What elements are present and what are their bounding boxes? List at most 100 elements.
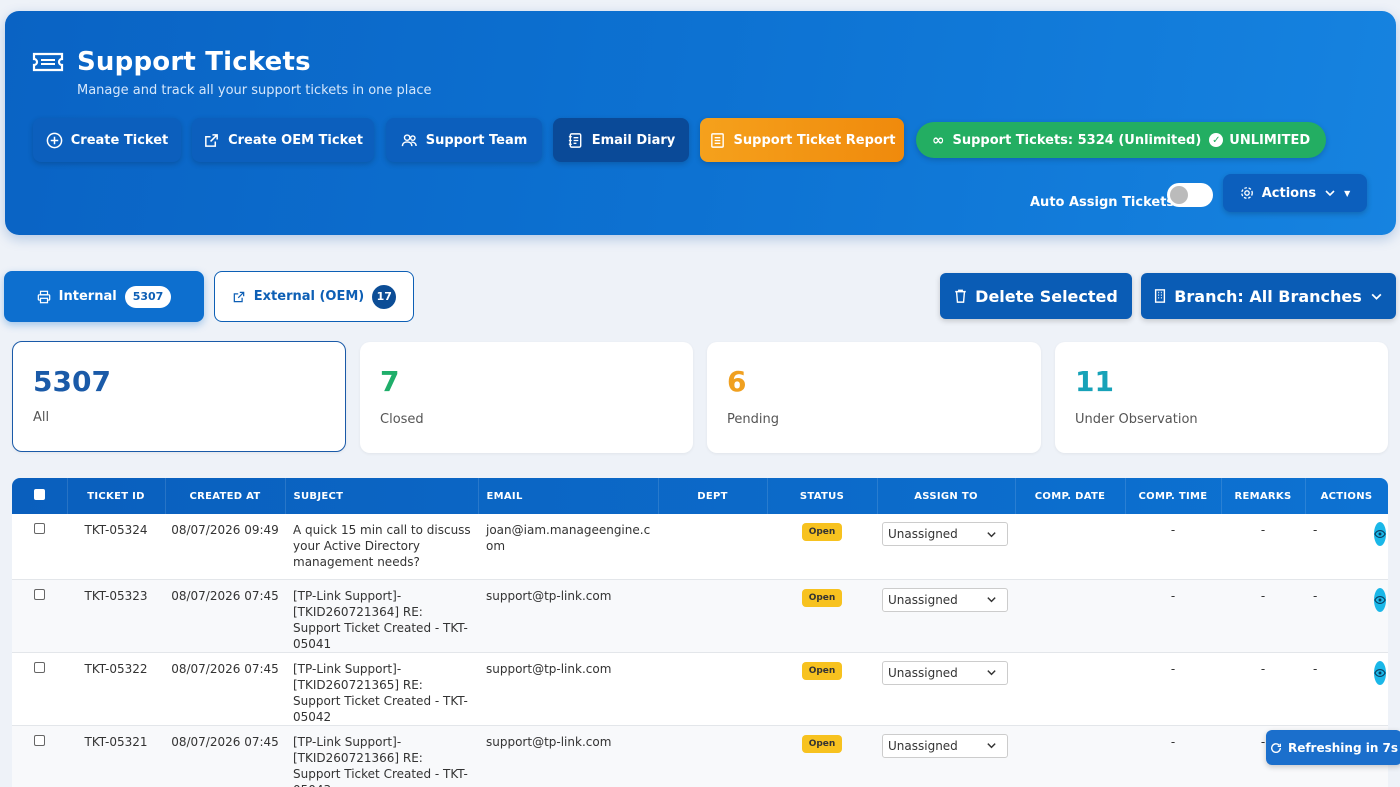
assign-select[interactable]: Unassigned xyxy=(882,522,1008,546)
delete-selected-button[interactable]: Delete Selected xyxy=(940,273,1132,319)
chevron-down-icon xyxy=(987,531,996,537)
dept xyxy=(658,579,767,652)
select-all-checkbox[interactable] xyxy=(33,489,45,500)
view-button[interactable] xyxy=(1374,660,1386,685)
row-checkbox[interactable] xyxy=(34,734,45,746)
external-link-icon xyxy=(205,133,218,147)
stat-label: Closed xyxy=(380,412,424,427)
external-link-icon xyxy=(233,291,245,302)
ticket-quota-pill: ∞ Support Tickets: 5324 (Unlimited) ✓ UN… xyxy=(916,122,1327,158)
assign-select[interactable]: Unassigned xyxy=(882,660,1008,685)
subject: A quick 15 min call to discuss your Acti… xyxy=(293,523,471,569)
col-created-at[interactable]: CREATED AT xyxy=(165,478,286,514)
tab-internal[interactable]: Internal 5307 xyxy=(4,271,204,322)
assign-value: Unassigned xyxy=(888,592,958,607)
col-remarks[interactable]: REMARKS xyxy=(1221,478,1306,514)
ticket-id[interactable]: TKT-05322 xyxy=(67,652,165,725)
eye-icon xyxy=(1374,668,1386,677)
support-team-button[interactable]: Support Team xyxy=(386,118,542,162)
email: support@tp-link.com xyxy=(486,588,612,603)
ticket-id[interactable]: TKT-05324 xyxy=(67,514,165,579)
status-badge: Open xyxy=(801,734,843,753)
actions-dropdown-button[interactable]: Actions ▼ xyxy=(1223,174,1367,212)
stat-card-all[interactable]: 5307 All xyxy=(12,341,346,452)
printer-icon xyxy=(37,290,50,303)
create-oem-ticket-button[interactable]: Create OEM Ticket xyxy=(192,118,374,162)
row-checkbox[interactable] xyxy=(34,588,45,600)
col-email[interactable]: EMAIL xyxy=(478,478,659,514)
branch-dropdown[interactable]: Branch: All Branches xyxy=(1141,273,1396,319)
select-all-header xyxy=(12,478,68,514)
tickets-table: TICKET ID CREATED AT SUBJECT EMAIL DEPT … xyxy=(12,478,1388,787)
tab-external-oem[interactable]: External (OEM) 17 xyxy=(214,271,414,322)
comp-time: - xyxy=(1260,523,1266,537)
chevron-down-icon xyxy=(987,743,996,749)
col-dept[interactable]: DEPT xyxy=(658,478,768,514)
users-icon xyxy=(401,133,417,146)
table-row: TKT-05322 08/07/2026 07:45 [TP-Link Supp… xyxy=(12,652,1388,725)
col-assign-to[interactable]: ASSIGN TO xyxy=(877,478,1016,514)
table-row: TKT-05321 08/07/2026 07:45 [TP-Link Supp… xyxy=(12,725,1388,787)
assign-value: Unassigned xyxy=(888,738,958,753)
stat-label: Pending xyxy=(727,412,779,427)
eye-icon xyxy=(1374,595,1386,604)
stat-label: All xyxy=(33,410,50,425)
subject: [TP-Link Support]-[TKID260721365] RE: Su… xyxy=(293,661,468,724)
col-status[interactable]: STATUS xyxy=(767,478,878,514)
email: joan@iam.manageengine.com xyxy=(486,523,651,553)
subject: [TP-Link Support]-[TKID260721364] RE: Su… xyxy=(293,588,468,651)
created-at: 08/07/2026 07:45 xyxy=(171,588,279,603)
assign-select[interactable]: Unassigned xyxy=(882,733,1008,758)
header-banner: Support Tickets Manage and track all you… xyxy=(5,11,1396,235)
col-ticket-id[interactable]: TICKET ID xyxy=(67,478,166,514)
col-subject[interactable]: SUBJECT xyxy=(285,478,479,514)
create-ticket-button[interactable]: Create Ticket xyxy=(33,118,181,162)
ticket-quota-label: Support Tickets: 5324 (Unlimited) xyxy=(952,132,1202,148)
stat-value: 11 xyxy=(1075,365,1114,398)
stat-card-pending[interactable]: 6 Pending xyxy=(707,342,1041,453)
page-title: Support Tickets xyxy=(77,47,311,77)
email-diary-button[interactable]: Email Diary xyxy=(553,118,689,162)
auto-assign-label: Auto Assign Tickets xyxy=(1030,195,1175,210)
created-at: 08/07/2026 07:45 xyxy=(171,734,279,749)
row-checkbox[interactable] xyxy=(34,523,45,534)
view-button[interactable] xyxy=(1374,522,1386,546)
view-button[interactable] xyxy=(1374,587,1386,612)
refresh-indicator[interactable]: Refreshing in 7s xyxy=(1266,730,1400,765)
ticket-id[interactable]: TKT-05323 xyxy=(67,579,165,652)
create-oem-ticket-label: Create OEM Ticket xyxy=(228,132,363,148)
comp-time: - xyxy=(1260,661,1266,676)
stat-value: 5307 xyxy=(33,365,111,398)
comp-date: - xyxy=(1170,523,1176,537)
gear-icon xyxy=(1240,187,1253,199)
comp-date: - xyxy=(1170,661,1176,676)
dept xyxy=(658,652,767,725)
dept xyxy=(658,514,767,579)
row-checkbox[interactable] xyxy=(34,661,45,673)
stat-card-under-observation[interactable]: 11 Under Observation xyxy=(1055,342,1388,453)
col-comp-time[interactable]: COMP. TIME xyxy=(1125,478,1222,514)
stat-value: 7 xyxy=(380,365,400,398)
stat-label: Under Observation xyxy=(1075,412,1198,427)
auto-assign-toggle[interactable] xyxy=(1167,183,1213,207)
plus-circle-icon xyxy=(46,132,63,148)
caret-down-icon: ▼ xyxy=(1344,188,1351,198)
email-diary-label: Email Diary xyxy=(591,132,676,148)
assign-select[interactable]: Unassigned xyxy=(882,587,1008,612)
assign-value: Unassigned xyxy=(888,527,958,541)
created-at: 08/07/2026 09:49 xyxy=(171,523,279,537)
comp-time: - xyxy=(1260,588,1266,603)
table-header-row: TICKET ID CREATED AT SUBJECT EMAIL DEPT … xyxy=(12,478,1388,514)
email: support@tp-link.com xyxy=(486,734,612,749)
col-comp-date[interactable]: COMP. DATE xyxy=(1015,478,1126,514)
chevron-down-icon xyxy=(1325,190,1335,197)
support-ticket-report-button[interactable]: Support Ticket Report xyxy=(700,118,904,162)
comp-date: - xyxy=(1170,734,1176,749)
table-row: TKT-05324 08/07/2026 09:49 A quick 15 mi… xyxy=(12,514,1388,579)
trash-icon xyxy=(955,289,966,303)
stat-card-closed[interactable]: 7 Closed xyxy=(360,342,693,453)
ticket-id[interactable]: TKT-05321 xyxy=(67,725,165,787)
support-team-label: Support Team xyxy=(425,132,528,148)
created-at: 08/07/2026 07:45 xyxy=(171,661,279,676)
col-actions: ACTIONS xyxy=(1305,478,1388,514)
